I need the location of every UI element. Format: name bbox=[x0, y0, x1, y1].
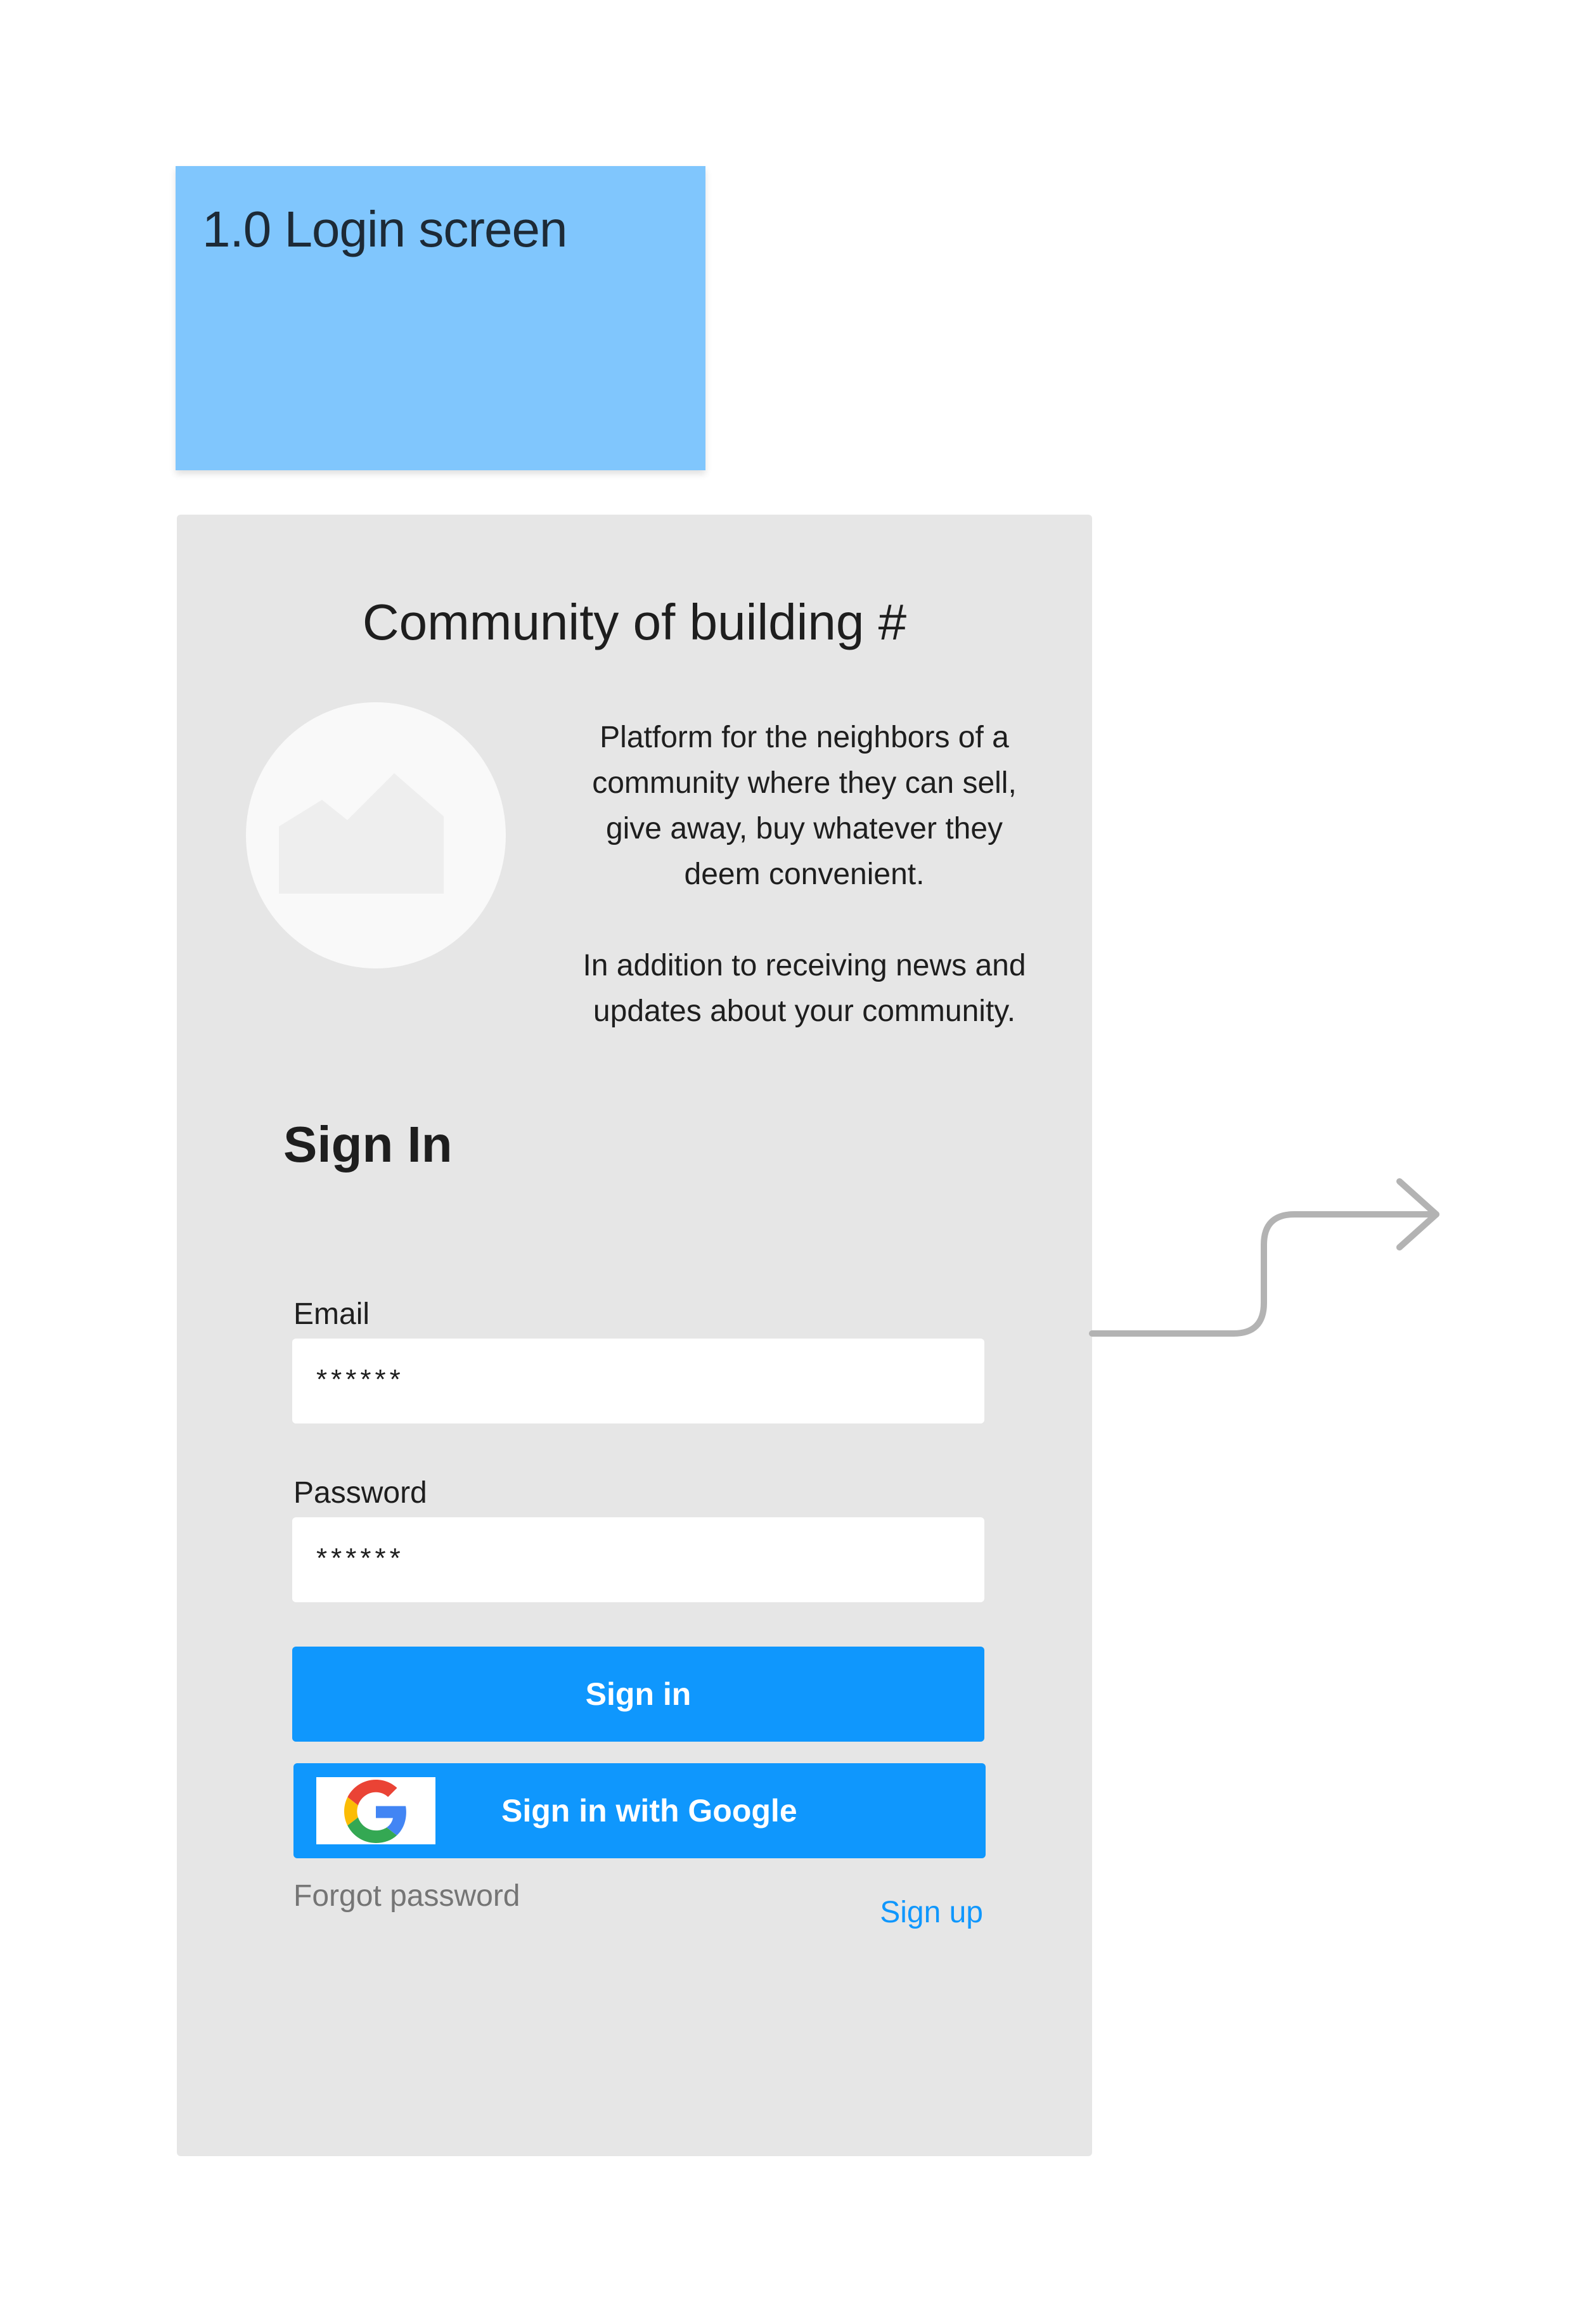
sign-in-heading: Sign In bbox=[283, 1116, 453, 1173]
sticky-note-title: 1.0 Login screen bbox=[202, 201, 568, 257]
image-placeholder bbox=[246, 702, 506, 968]
sticky-note: 1.0 Login screen bbox=[176, 166, 705, 470]
password-label: Password bbox=[293, 1476, 427, 1510]
description-paragraph-2: In addition to receiving news and update… bbox=[582, 949, 1026, 1028]
sign-in-button-label: Sign in bbox=[585, 1676, 692, 1712]
sign-in-with-google-button[interactable]: Sign in with Google bbox=[293, 1763, 986, 1858]
password-field[interactable]: ****** bbox=[292, 1517, 984, 1602]
sign-up-link[interactable]: Sign up bbox=[880, 1895, 983, 1930]
app-description: Platform for the neighbors of a communit… bbox=[570, 715, 1039, 1034]
google-icon bbox=[344, 1780, 406, 1843]
image-placeholder-icon bbox=[279, 773, 444, 894]
google-logo-box bbox=[316, 1777, 435, 1844]
sign-in-with-google-label: Sign in with Google bbox=[501, 1793, 797, 1828]
sign-in-button[interactable]: Sign in bbox=[292, 1647, 984, 1742]
login-screen-frame: Community of building # Platform for the… bbox=[177, 515, 1092, 2156]
email-field-value: ****** bbox=[316, 1364, 404, 1395]
description-paragraph-1: Platform for the neighbors of a communit… bbox=[592, 721, 1017, 891]
email-field[interactable]: ****** bbox=[292, 1339, 984, 1423]
email-label: Email bbox=[293, 1297, 370, 1331]
forgot-password-link[interactable]: Forgot password bbox=[293, 1879, 520, 1913]
page-title: Community of building # bbox=[362, 594, 907, 650]
password-field-value: ****** bbox=[316, 1543, 404, 1574]
